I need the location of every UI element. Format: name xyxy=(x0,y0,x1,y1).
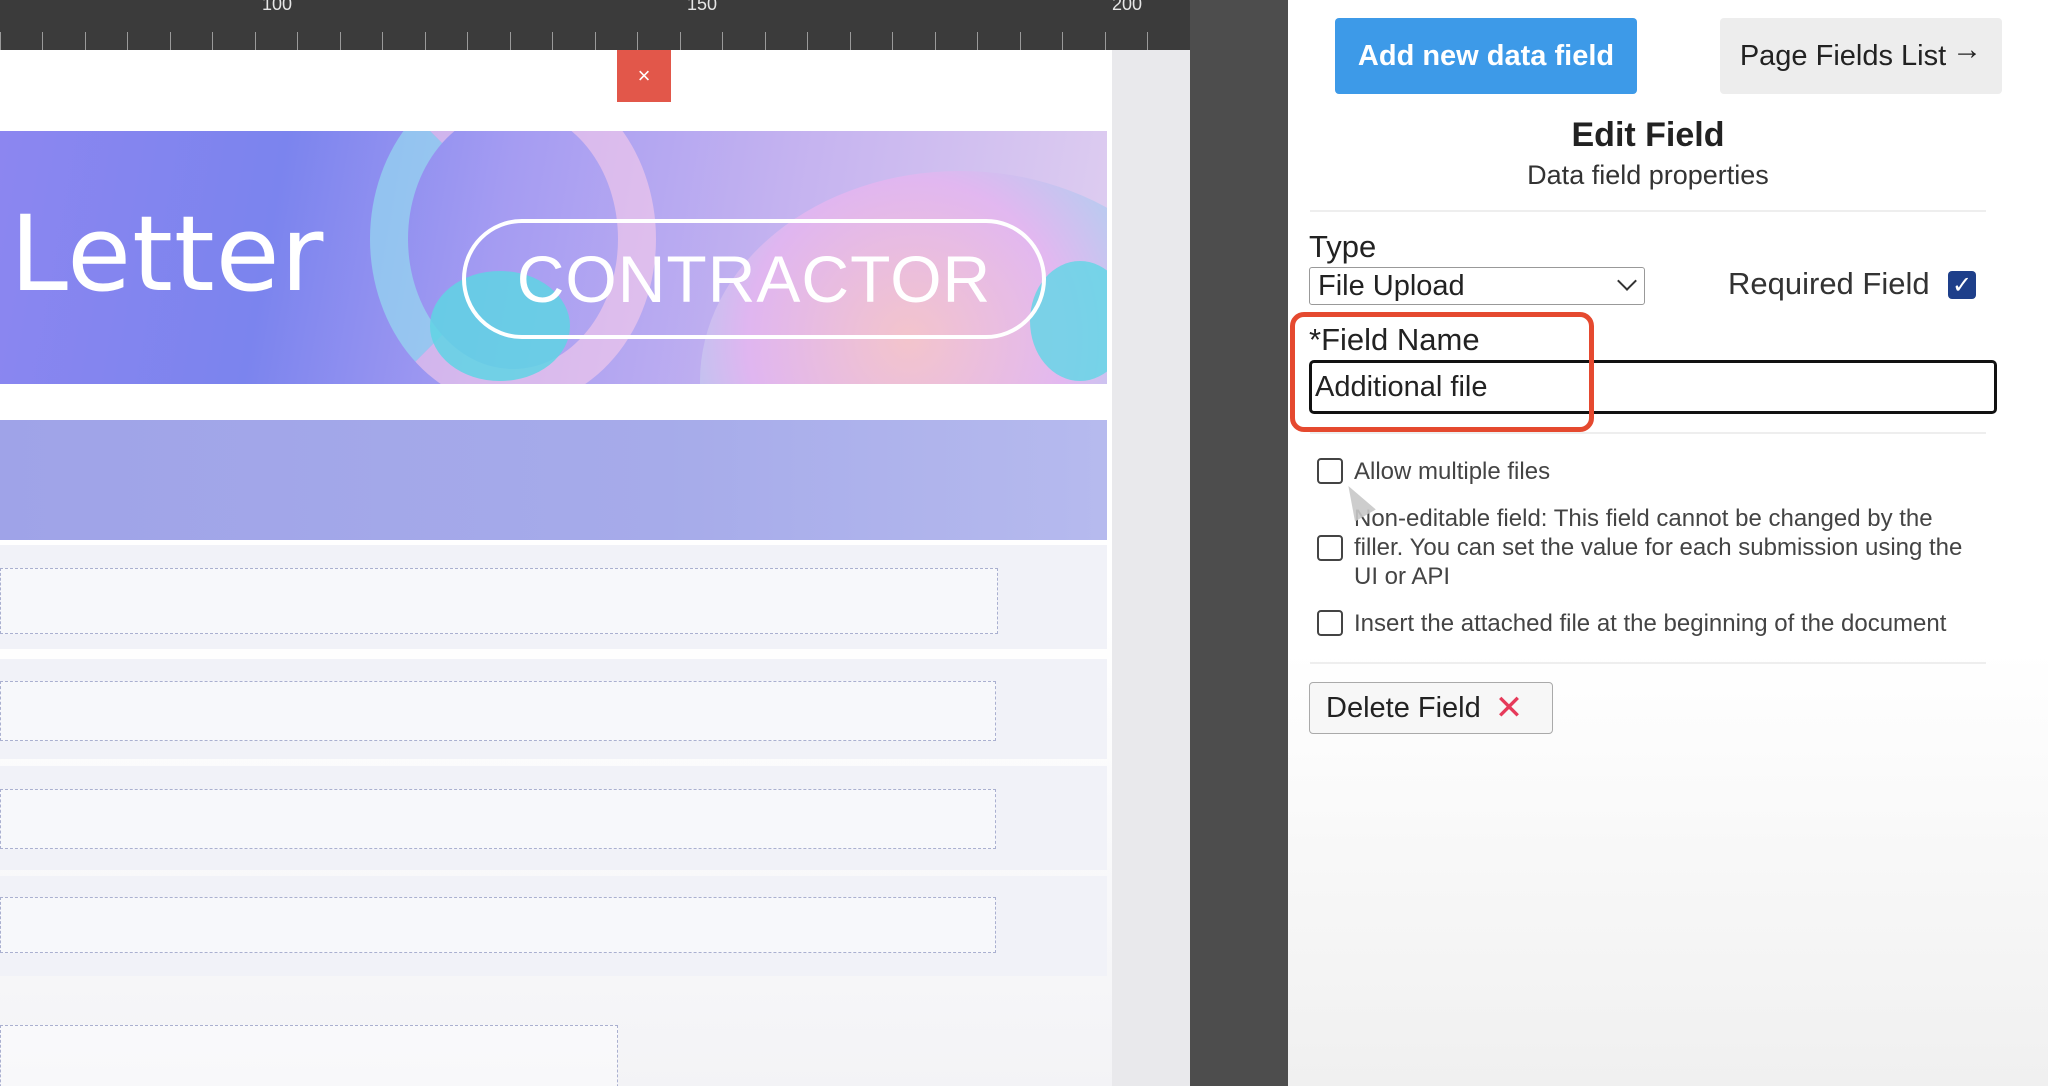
close-field-button[interactable]: × xyxy=(617,50,671,102)
banner-pill-text: CONTRACTOR xyxy=(516,242,992,316)
document-editor: 100 150 200 Letter CONTRACTOR × xyxy=(0,0,1190,1086)
arrow-right-icon: → xyxy=(1952,33,1983,66)
close-icon: × xyxy=(637,63,651,88)
edit-field-panel: Add new data field Page Fields List → Ed… xyxy=(1288,0,2048,1086)
ruler-tick xyxy=(212,32,213,50)
page-fields-list-button[interactable]: Page Fields List → xyxy=(1720,18,2002,94)
ruler-tick xyxy=(722,32,723,50)
divider xyxy=(1310,662,1986,664)
header-banner-image: Letter CONTRACTOR xyxy=(0,131,1107,384)
ruler-tick xyxy=(255,32,256,50)
ruler-tick xyxy=(1105,32,1106,50)
non-editable-field-checkbox[interactable] xyxy=(1317,535,1343,561)
delete-field-button[interactable]: Delete Field ✕ xyxy=(1309,682,1553,734)
ruler-label-150: 150 xyxy=(687,0,718,14)
field-placeholder[interactable] xyxy=(0,1025,618,1086)
delete-x-icon: ✕ xyxy=(1494,689,1524,727)
ruler-tick xyxy=(765,32,766,50)
type-select-value: File Upload xyxy=(1318,269,1465,302)
allow-multiple-files-label: Allow multiple files xyxy=(1354,458,1551,485)
field-placeholder[interactable] xyxy=(0,897,996,953)
section-band xyxy=(0,420,1107,540)
page-fields-list-label: Page Fields List xyxy=(1739,39,1947,72)
ruler-tick xyxy=(340,32,341,50)
ruler-tick xyxy=(1147,32,1148,50)
banner-pill-label: CONTRACTOR xyxy=(462,219,1046,339)
non-editable-field-label: Non-editable field: This field cannot be… xyxy=(1354,505,1963,590)
field-placeholder[interactable] xyxy=(0,681,996,741)
ruler-tick xyxy=(42,32,43,50)
ruler-tick xyxy=(1020,32,1021,50)
ruler-tick xyxy=(637,32,638,50)
checkmark-icon: ✓ xyxy=(1951,271,1973,299)
panel-title: Edit Field xyxy=(1571,116,1725,154)
type-label: Type xyxy=(1309,229,1377,264)
ruler-tick xyxy=(1062,32,1063,50)
ruler-label-200: 200 xyxy=(1112,0,1143,14)
required-field-checkbox[interactable]: ✓ xyxy=(1948,271,1976,299)
ruler-tick xyxy=(552,32,553,50)
canvas-gutter xyxy=(1190,0,1288,1086)
panel-subtitle: Data field properties xyxy=(1527,160,1769,190)
ruler-tick xyxy=(127,32,128,50)
highlight-annotation xyxy=(1290,312,1594,432)
ruler-tick xyxy=(425,32,426,50)
ruler-tick xyxy=(0,32,1,50)
insert-file-at-beginning-label: Insert the attached file at the beginnin… xyxy=(1354,610,1947,637)
ruler-tick xyxy=(510,32,511,50)
ruler-tick xyxy=(935,32,936,50)
allow-multiple-files-checkbox[interactable] xyxy=(1317,458,1343,484)
ruler-tick xyxy=(170,32,171,50)
ruler-tick xyxy=(467,32,468,50)
divider xyxy=(1310,210,1986,212)
delete-field-label: Delete Field xyxy=(1326,691,1481,724)
ruler-tick xyxy=(680,32,681,50)
ruler-tick xyxy=(892,32,893,50)
divider xyxy=(1310,432,1986,434)
ruler-tick xyxy=(382,32,383,50)
ruler-tick xyxy=(807,32,808,50)
ruler-tick xyxy=(595,32,596,50)
field-placeholder[interactable] xyxy=(0,789,996,849)
chevron-down-icon xyxy=(1617,271,1637,291)
required-field-label: Required Field xyxy=(1728,266,1930,301)
horizontal-ruler: 100 150 200 xyxy=(0,0,1190,50)
ruler-tick xyxy=(297,32,298,50)
ruler-tick xyxy=(850,32,851,50)
field-placeholder[interactable] xyxy=(0,568,998,634)
insert-file-at-beginning-checkbox[interactable] xyxy=(1317,610,1343,636)
ruler-tick xyxy=(977,32,978,50)
banner-title: Letter xyxy=(10,193,325,315)
type-select[interactable]: File Upload xyxy=(1309,267,1645,305)
ruler-label-100: 100 xyxy=(262,0,293,14)
add-new-data-field-button[interactable]: Add new data field xyxy=(1335,18,1637,94)
ruler-tick xyxy=(85,32,86,50)
